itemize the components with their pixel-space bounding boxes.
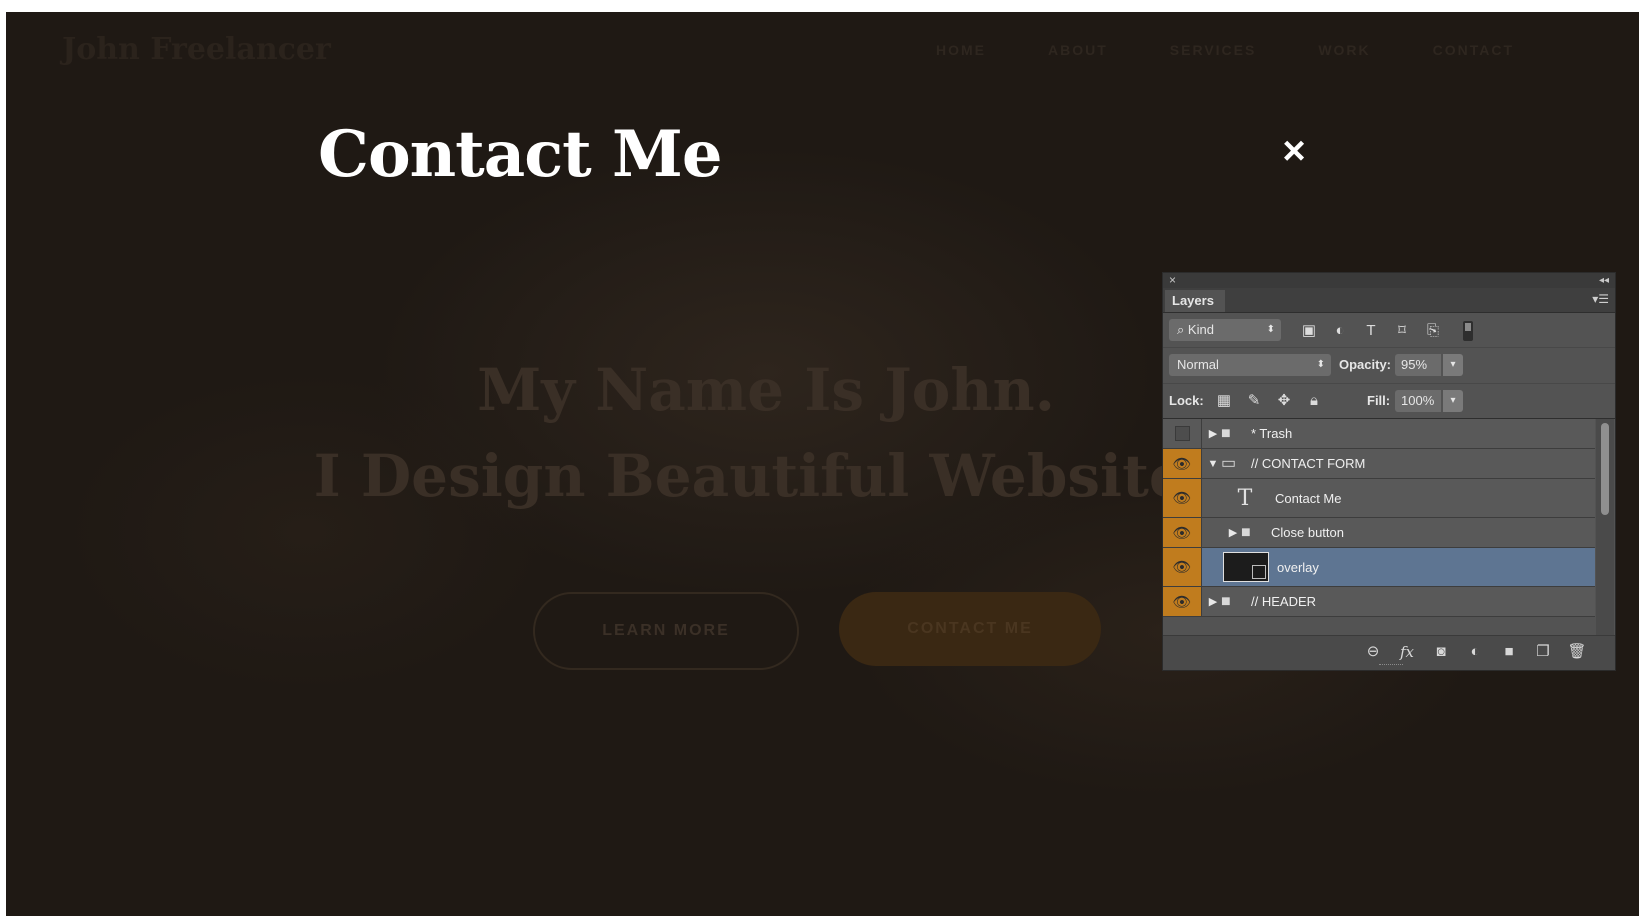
layers-list: ▶ ■ * Trash 👁︎ ▼ ▭ // CONTACT FORM 👁︎ T …: [1163, 419, 1595, 635]
expand-arrow-icon[interactable]: ▶: [1205, 595, 1221, 608]
opacity-input[interactable]: 95%: [1395, 354, 1441, 376]
adjustment-filter-icon[interactable]: ◐: [1330, 321, 1350, 341]
eye-icon[interactable]: 👁︎: [1163, 587, 1202, 616]
blend-mode-value: Normal: [1177, 357, 1219, 372]
layer-thumbnail: [1223, 552, 1269, 582]
opacity-label: Opacity:: [1339, 357, 1392, 372]
nav-about: ABOUT: [1048, 42, 1108, 58]
smart-object-filter-icon[interactable]: ⎘: [1423, 321, 1443, 341]
search-icon: ⌕: [1177, 322, 1185, 337]
updown-icon: ⬍: [1316, 359, 1325, 370]
text-layer-icon: T: [1237, 485, 1253, 511]
layer-name: // CONTACT FORM: [1251, 456, 1366, 471]
kind-label: Kind: [1187, 322, 1214, 337]
contact-me-hero-button: CONTACT ME: [839, 592, 1101, 666]
blend-row: Normal ⬍ Opacity: 95% ▾: [1163, 348, 1615, 384]
lock-transparency-icon[interactable]: ▦: [1215, 392, 1233, 410]
lock-all-icon[interactable]: 🔒︎: [1305, 392, 1323, 410]
lock-label: Lock:: [1169, 393, 1204, 408]
folder-icon: ■: [1221, 593, 1231, 610]
tab-layers[interactable]: Layers: [1165, 290, 1225, 312]
lock-position-icon[interactable]: ✥: [1275, 392, 1293, 410]
layer-row-overlay[interactable]: 👁︎ overlay: [1163, 548, 1595, 587]
layer-name: overlay: [1277, 559, 1319, 575]
new-layer-icon[interactable]: ❐: [1533, 643, 1553, 661]
layer-row-header[interactable]: 👁︎ ▶ ■ // HEADER: [1163, 587, 1595, 617]
eye-icon[interactable]: 👁︎: [1163, 479, 1202, 517]
fx-icon[interactable]: fx: [1397, 643, 1417, 661]
learn-more-button: LEARN MORE: [533, 592, 799, 670]
kind-filter-select[interactable]: ⌕ Kind ⬍: [1169, 319, 1281, 341]
updown-icon: ⬍: [1266, 324, 1275, 335]
adjustment-layer-icon[interactable]: ◐: [1465, 643, 1485, 661]
expand-arrow-icon[interactable]: ▶: [1225, 526, 1241, 539]
layers-scrollbar[interactable]: [1596, 419, 1614, 635]
layer-name: * Trash: [1251, 426, 1293, 441]
hero-line-1: My Name Is John.: [477, 356, 1055, 424]
nav-home: HOME: [936, 42, 986, 58]
open-folder-icon: ▭: [1221, 455, 1237, 472]
hero-line-2: I Design Beautiful Websites: [313, 442, 1219, 510]
eye-icon[interactable]: 👁︎: [1163, 518, 1202, 547]
lock-pixels-icon[interactable]: ✎: [1245, 392, 1263, 410]
eye-icon[interactable]: 👁︎: [1163, 548, 1202, 586]
site-nav: HOME ABOUT SERVICES WORK CONTACT: [936, 42, 1514, 58]
layer-name: Close button: [1271, 525, 1344, 540]
contact-title: Contact Me: [318, 117, 723, 192]
panel-bottom-toolbar: ⊖ fx ◙ ◐ ■ ❐ 🗑︎: [1163, 635, 1615, 670]
add-mask-icon[interactable]: ◙: [1431, 643, 1451, 661]
overlay-close-icon[interactable]: ×: [1277, 131, 1311, 171]
lock-row: Lock: ▦ ✎ ✥ 🔒︎ Fill: 100% ▾: [1163, 384, 1615, 419]
trash-icon[interactable]: 🗑︎: [1567, 643, 1587, 661]
nav-work: WORK: [1318, 42, 1371, 58]
panel-menu-icon[interactable]: ▾☰: [1592, 292, 1609, 306]
blend-mode-select[interactable]: Normal ⬍: [1169, 354, 1331, 376]
eye-icon[interactable]: 👁︎: [1163, 449, 1202, 478]
expand-arrow-icon[interactable]: ▶: [1205, 427, 1221, 440]
panel-tabbar: Layers ▾☰: [1163, 288, 1615, 313]
filter-row: ⌕ Kind ⬍ ▣ ◐ T ⌑ ⎘: [1163, 313, 1615, 348]
layer-row-close-button[interactable]: 👁︎ ▶ ■ Close button: [1163, 518, 1595, 548]
shape-filter-icon[interactable]: ⌑: [1392, 321, 1412, 341]
folder-icon: ■: [1241, 524, 1251, 541]
hero-heading: My Name Is John. I Design Beautiful Webs…: [306, 347, 1226, 519]
scrollbar-thumb[interactable]: [1601, 423, 1609, 515]
fill-label: Fill:: [1367, 393, 1391, 408]
layer-row-contact-form[interactable]: 👁︎ ▼ ▭ // CONTACT FORM: [1163, 449, 1595, 479]
visibility-toggle[interactable]: [1163, 419, 1202, 448]
collapse-arrow-icon[interactable]: ▼: [1205, 458, 1221, 470]
filter-toggle-switch[interactable]: [1463, 321, 1473, 341]
panel-titlebar: × ◂◂: [1163, 273, 1615, 288]
panel-close-icon[interactable]: ×: [1169, 273, 1176, 288]
type-filter-icon[interactable]: T: [1361, 321, 1381, 341]
fill-dropdown-icon[interactable]: ▾: [1443, 390, 1463, 412]
resize-grip[interactable]: [1379, 664, 1403, 669]
hidden-box-icon: [1174, 426, 1190, 441]
panel-collapse-icon[interactable]: ◂◂: [1599, 273, 1609, 288]
nav-services: SERVICES: [1169, 42, 1257, 58]
layers-panel: × ◂◂ Layers ▾☰ ⌕ Kind ⬍ ▣ ◐ T ⌑ ⎘ Normal…: [1162, 272, 1616, 671]
folder-icon: ■: [1221, 425, 1231, 442]
link-layers-icon[interactable]: ⊖: [1363, 643, 1383, 661]
filter-icons: ▣ ◐ T ⌑ ⎘: [1299, 321, 1443, 341]
nav-contact: CONTACT: [1432, 42, 1515, 58]
layer-name: Contact Me: [1275, 490, 1342, 506]
pixel-filter-icon[interactable]: ▣: [1299, 321, 1319, 341]
lock-icons: ▦ ✎ ✥ 🔒︎: [1215, 392, 1323, 410]
fill-input[interactable]: 100%: [1395, 390, 1441, 412]
layer-row-trash[interactable]: ▶ ■ * Trash: [1163, 419, 1595, 449]
layer-row-contact-me[interactable]: 👁︎ T Contact Me: [1163, 479, 1595, 518]
opacity-dropdown-icon[interactable]: ▾: [1443, 354, 1463, 376]
new-group-icon[interactable]: ■: [1499, 643, 1519, 661]
site-logo: John Freelancer: [62, 32, 331, 67]
layer-name: // HEADER: [1251, 594, 1317, 609]
